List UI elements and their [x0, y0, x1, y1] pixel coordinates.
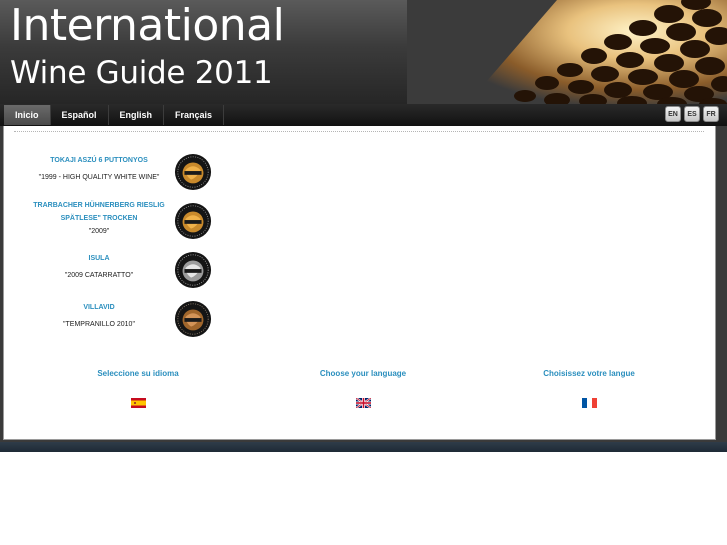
tab-inicio[interactable]: Inicio — [4, 105, 51, 125]
language-choice-fr: Choisissez votre langue — [499, 369, 679, 408]
gold-medal-icon — [174, 202, 212, 240]
tab-english[interactable]: English — [109, 105, 165, 125]
wine-description: "1999 - HIGH QUALITY WHITE WINE" — [38, 174, 160, 181]
spain-flag-icon[interactable] — [130, 398, 146, 408]
wine-description: "TEMPRANILLO 2010" — [63, 321, 135, 328]
language-choice-es: Seleccione su idioma — [48, 369, 228, 408]
wine-name[interactable]: VILLAVID — [24, 301, 174, 314]
divider — [14, 131, 704, 132]
lang-button-fr[interactable]: FR — [703, 106, 719, 122]
wine-item: TRARBACHER HÜHNERBERG RIESLIG SPÄTLESE" … — [4, 197, 222, 240]
footer-bar — [0, 442, 727, 452]
site-title: International Wine Guide 2011 — [10, 0, 285, 91]
site-title-line2: Wine Guide 2011 — [10, 55, 273, 91]
main-content: TOKAJI ASZÚ 6 PUTTONYOS "1999 - HIGH QUA… — [3, 126, 716, 440]
tab-francais[interactable]: Français — [164, 105, 225, 125]
language-prompt[interactable]: Seleccione su idioma — [48, 369, 228, 378]
uk-flag-icon[interactable] — [355, 398, 371, 408]
lang-button-es[interactable]: ES — [684, 106, 700, 122]
language-buttons: EN ES FR — [665, 106, 719, 122]
lang-button-en[interactable]: EN — [665, 106, 681, 122]
wine-item: VILLAVID "TEMPRANILLO 2010" — [4, 300, 222, 340]
content-frame: TOKAJI ASZÚ 6 PUTTONYOS "1999 - HIGH QUA… — [0, 126, 727, 442]
bronze-medal-icon — [174, 300, 212, 338]
wine-item: ISULA "2009 CATARRATTO" — [4, 251, 222, 291]
wine-description: "2009" — [88, 228, 110, 235]
wine-name[interactable]: TRARBACHER HÜHNERBERG RIESLIG SPÄTLESE" … — [24, 199, 174, 225]
wine-rack-banner-image — [407, 0, 727, 104]
wine-description: "2009 CATARRATTO" — [64, 272, 134, 279]
gold-medal-icon — [174, 153, 212, 191]
site-header: International Wine Guide 2011 — [0, 0, 727, 104]
tab-espanol[interactable]: Español — [51, 105, 109, 125]
site-title-line1: International — [10, 0, 285, 51]
language-choice-en: Choose your language — [273, 369, 453, 408]
main-nav: Inicio Español English Français EN ES FR — [0, 104, 727, 126]
wine-name[interactable]: ISULA — [24, 252, 174, 265]
france-flag-icon[interactable] — [581, 398, 597, 408]
nav-tabs: Inicio Español English Français — [4, 104, 225, 126]
language-prompt[interactable]: Choisissez votre langue — [499, 369, 679, 378]
silver-medal-icon — [174, 251, 212, 289]
language-prompt[interactable]: Choose your language — [273, 369, 453, 378]
wine-item: TOKAJI ASZÚ 6 PUTTONYOS "1999 - HIGH QUA… — [4, 153, 222, 193]
wine-name[interactable]: TOKAJI ASZÚ 6 PUTTONYOS — [24, 154, 174, 167]
